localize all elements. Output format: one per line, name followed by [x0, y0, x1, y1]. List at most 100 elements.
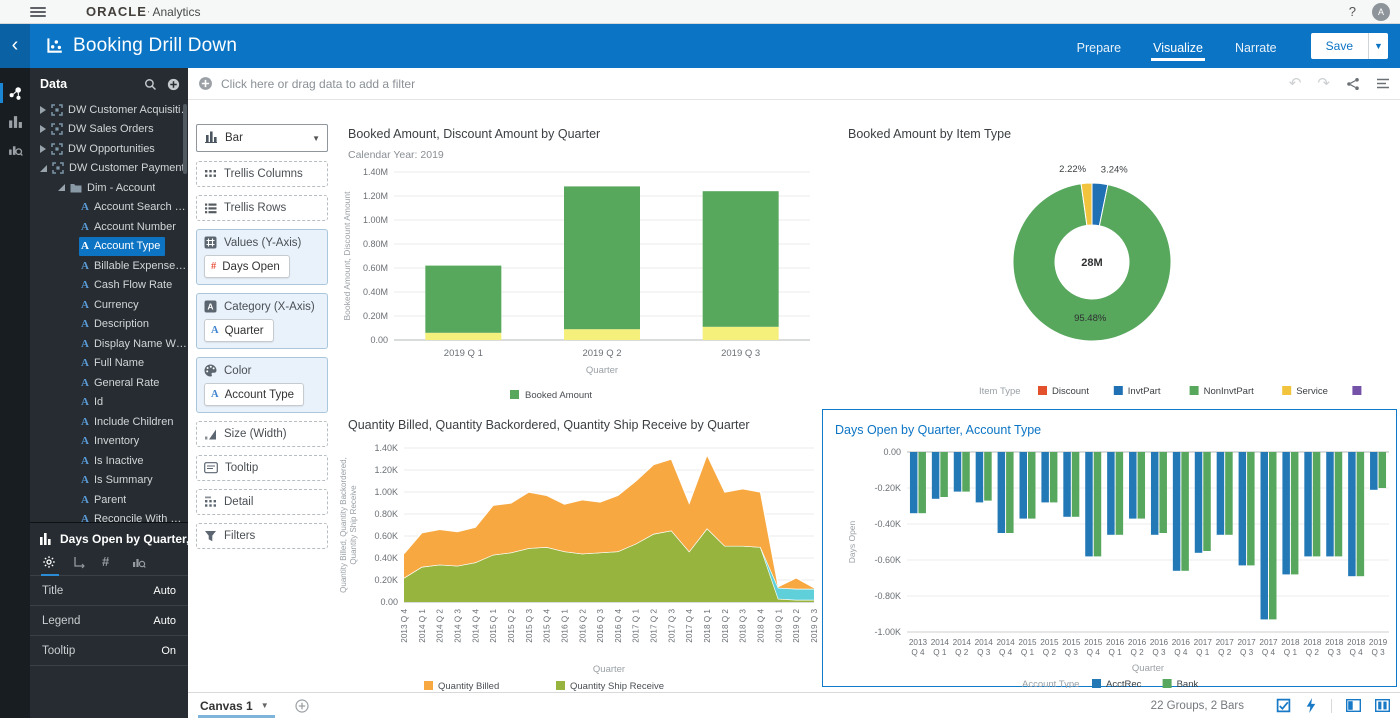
tree-item-id[interactable]: A Id — [30, 393, 188, 413]
rail-data-icon[interactable] — [0, 80, 30, 106]
drop-zone-size-width[interactable]: Size (Width) — [196, 421, 328, 447]
viz-booked-amount-by-item-type[interactable]: Booked Amount by Item Type 3.24% 95.48% 2.… — [822, 100, 1400, 404]
back-button[interactable]: ‹ — [0, 24, 30, 68]
drop-zone-tooltip[interactable]: Tooltip — [196, 455, 328, 481]
bar-bank-2014-q-2[interactable] — [962, 452, 970, 492]
tree-item-dw-opportunities[interactable]: DW Opportunities — [30, 139, 188, 159]
canvas-menu-icon[interactable] — [1376, 78, 1390, 90]
tree-item-parent[interactable]: A Parent — [30, 490, 188, 510]
tree-item-full-name[interactable]: A Full Name — [30, 354, 188, 374]
drop-zone-category-x-axis[interactable]: A Category (X-Axis) A Quarter — [196, 293, 328, 349]
help-icon[interactable]: ? — [1349, 4, 1356, 19]
bar-acctrec-2017-q-4[interactable] — [1260, 452, 1269, 620]
field-chip-quarter[interactable]: A Quarter — [204, 319, 274, 342]
booked-amount-chart[interactable]: 0.00 0.20M 0.40M 0.60M 0.80M 1.00M 1.20M 1.40M 2… — [336, 164, 818, 402]
bar-bank-2014-q-1[interactable] — [940, 452, 948, 497]
drop-zone-color[interactable]: Color A Account Type — [196, 357, 328, 413]
viz-days-open-by-quarter-selected[interactable]: Days Open by Quarter, Account Type 0.00 -… — [822, 409, 1397, 688]
bar-discount-amount-2019-q-1[interactable] — [425, 332, 502, 340]
bar-bank-2016-q-3[interactable] — [1159, 452, 1167, 533]
days-open-bar-chart[interactable]: 0.00-0.20K-0.40K-0.60K-0.80K-1.00K2013Q … — [823, 440, 1397, 688]
tree-item-is-inactive[interactable]: A Is Inactive — [30, 451, 188, 471]
caret-icon[interactable] — [40, 125, 46, 134]
tab-visualize[interactable]: Visualize — [1151, 28, 1205, 65]
bar-bank-2015-q-1[interactable] — [1028, 452, 1036, 519]
add-canvas-icon[interactable] — [295, 698, 309, 713]
rail-visualizations-icon[interactable] — [0, 108, 30, 134]
bar-bank-2014-q-3[interactable] — [984, 452, 992, 501]
bar-bank-2015-q-2[interactable] — [1049, 452, 1058, 503]
properties-analytics-tab[interactable] — [132, 555, 162, 569]
bar-booked-amount-2019-q-1[interactable] — [425, 265, 502, 333]
bar-booked-amount-2019-q-2[interactable] — [564, 186, 640, 330]
bar-bank-2016-q-4[interactable] — [1181, 452, 1189, 571]
bar-acctrec-2018-q-1[interactable] — [1282, 452, 1290, 575]
viz-booked-discount-by-quarter[interactable]: Booked Amount, Discount Amount by Quarte… — [330, 100, 822, 404]
tab-prepare[interactable]: Prepare — [1075, 28, 1123, 65]
bar-bank-2014-q-4[interactable] — [1006, 452, 1014, 533]
bar-acctrec-2014-q-2[interactable] — [953, 452, 962, 492]
bar-acctrec-2018-q-4[interactable] — [1348, 452, 1356, 577]
field-chip-days-open[interactable]: # Days Open — [204, 255, 290, 278]
caret-icon[interactable] — [58, 184, 65, 192]
tree-item-inventory[interactable]: A Inventory — [30, 432, 188, 452]
properties-general-tab[interactable] — [41, 555, 72, 576]
search-icon[interactable] — [144, 78, 157, 91]
redo-icon[interactable]: ↷ — [1317, 76, 1330, 91]
bar-acctrec-2018-q-2[interactable] — [1304, 452, 1312, 557]
drop-zone-trellis-rows[interactable]: Trellis Rows — [196, 195, 328, 221]
tree-item-cash-flow-rate[interactable]: A Cash Flow Rate — [30, 276, 188, 296]
quantity-area-chart[interactable]: 0.00 0.20K 0.40K 0.60K 0.80K 1.00K 1.20K 1.40K 2… — [336, 434, 818, 692]
bar-acctrec-2017-q-2[interactable] — [1216, 452, 1225, 535]
bar-acctrec-2015-q-3[interactable] — [1063, 452, 1071, 517]
tree-item-reconcile-with[interactable]: A Reconcile With … — [30, 510, 188, 522]
bar-bank-2019-q-3[interactable] — [1378, 452, 1387, 488]
filter-bar[interactable]: Click here or drag data to add a filter … — [188, 68, 1400, 100]
tree-item-account-search[interactable]: A Account Search … — [30, 198, 188, 218]
bar-bank-2018-q-3[interactable] — [1334, 452, 1343, 557]
drop-zone-values-y-axis[interactable]: Values (Y-Axis) # Days Open — [196, 229, 328, 285]
bar-bank-2018-q-1[interactable] — [1290, 452, 1299, 575]
tree-item-include-children[interactable]: A Include Children — [30, 412, 188, 432]
bar-bank-2017-q-4[interactable] — [1269, 452, 1277, 620]
share-icon[interactable] — [1346, 77, 1360, 91]
layout-panel-left-icon[interactable] — [1346, 699, 1361, 712]
bar-discount-amount-2019-q-3[interactable] — [702, 326, 779, 340]
bar-booked-amount-2019-q-3[interactable] — [702, 191, 779, 327]
avatar[interactable]: A — [1372, 2, 1390, 21]
caret-icon[interactable] — [40, 105, 46, 114]
tree-item-dim-account[interactable]: Dim - Account — [30, 178, 188, 198]
caret-icon[interactable] — [40, 144, 46, 153]
bar-acctrec-2017-q-1[interactable] — [1194, 452, 1203, 553]
bar-bank-2017-q-2[interactable] — [1225, 452, 1233, 535]
bar-bank-2017-q-1[interactable] — [1203, 452, 1211, 551]
caret-icon[interactable] — [40, 164, 47, 172]
bar-acctrec-2014-q-3[interactable] — [975, 452, 984, 503]
tree-item-display-name-w[interactable]: A Display Name W… — [30, 334, 188, 354]
undo-icon[interactable]: ↶ — [1289, 76, 1302, 91]
tree-item-is-summary[interactable]: A Is Summary — [30, 471, 188, 491]
properties-axis-tab[interactable] — [72, 555, 102, 569]
bar-bank-2013-q-4[interactable] — [918, 452, 926, 514]
tree-item-billable-expense[interactable]: A Billable Expense… — [30, 256, 188, 276]
bar-acctrec-2018-q-3[interactable] — [1326, 452, 1334, 557]
bar-bank-2018-q-2[interactable] — [1312, 452, 1321, 557]
property-row-tooltip[interactable]: Tooltip On — [30, 636, 188, 666]
bar-bank-2016-q-1[interactable] — [1115, 452, 1124, 535]
viz-type-select[interactable]: Bar ▼ — [196, 124, 328, 152]
tree-item-description[interactable]: A Description — [30, 315, 188, 335]
viz-quantity-by-quarter[interactable]: Quantity Billed, Quantity Backordered, Q… — [330, 404, 822, 692]
tree-item-account-type[interactable]: A Account Type — [30, 236, 188, 257]
drop-zone-detail[interactable]: Detail — [196, 489, 328, 515]
layout-columns-icon[interactable] — [1375, 699, 1390, 712]
property-row-legend[interactable]: Legend Auto — [30, 606, 188, 636]
field-chip-account-type[interactable]: A Account Type — [204, 383, 305, 406]
property-row-title[interactable]: Title Auto — [30, 576, 188, 606]
bar-acctrec-2014-q-1[interactable] — [931, 452, 940, 499]
hamburger-menu-icon[interactable] — [30, 6, 46, 17]
tree-scrollbar[interactable] — [183, 104, 187, 174]
drop-zone-trellis-columns[interactable]: Trellis Columns — [196, 161, 328, 187]
bar-acctrec-2015-q-1[interactable] — [1019, 452, 1028, 519]
bar-bank-2015-q-4[interactable] — [1093, 452, 1102, 557]
bar-bank-2018-q-4[interactable] — [1356, 452, 1365, 577]
